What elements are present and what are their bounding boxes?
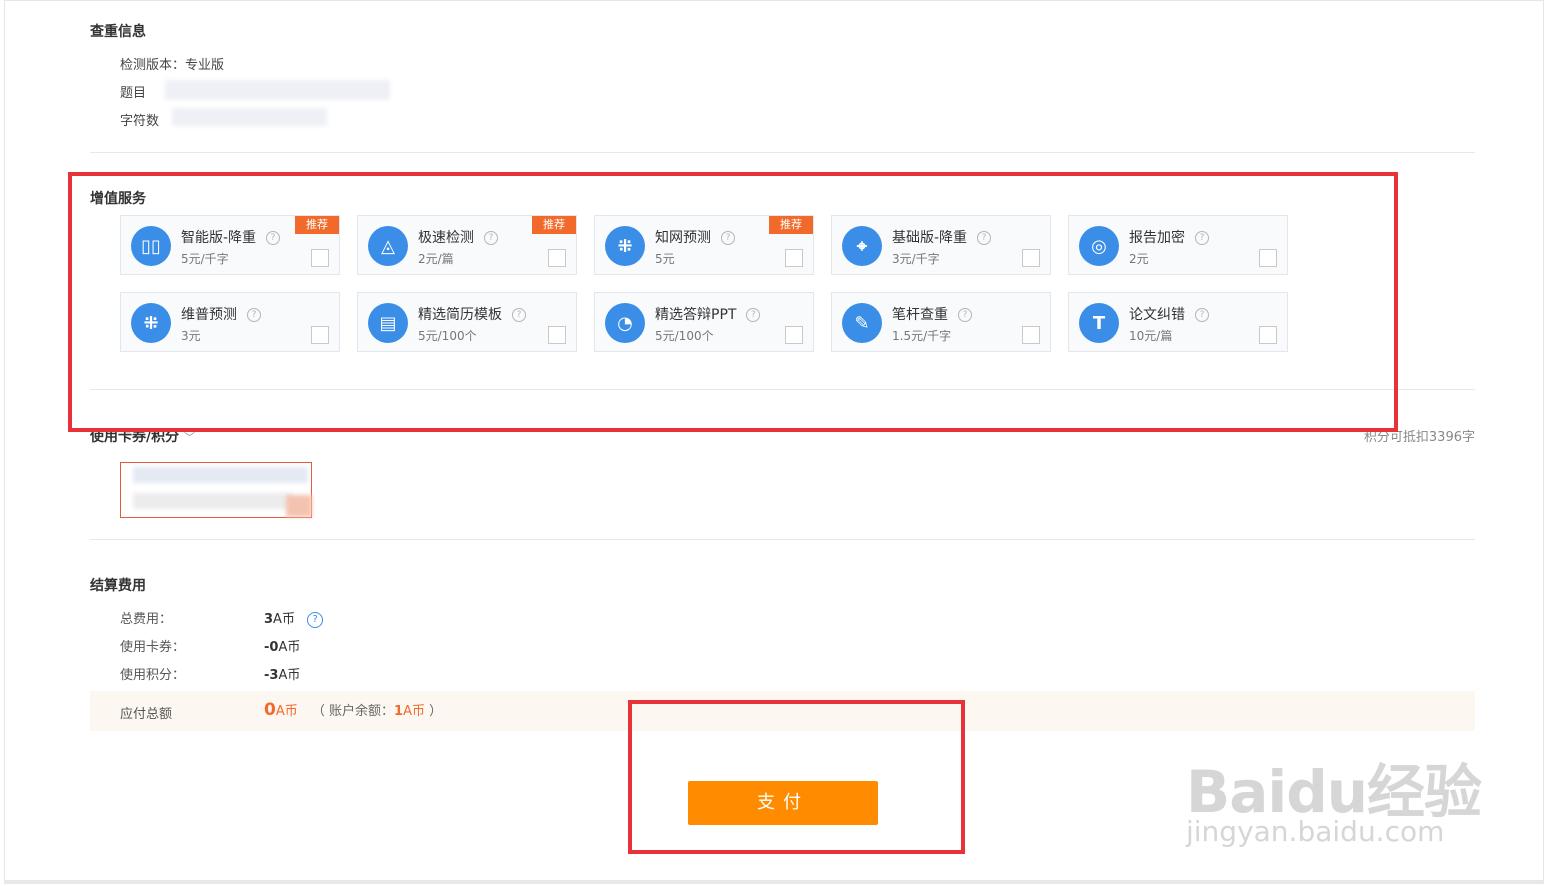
char-count-label: 字符数 <box>120 114 160 129</box>
coupon-fee-value: -0A币 <box>264 636 300 655</box>
balance-amount: 1 <box>394 704 404 719</box>
help-icon[interactable]: ? <box>307 611 324 628</box>
divider <box>90 539 1475 540</box>
redacted-char-count <box>172 108 327 126</box>
redacted-coupon-detail <box>133 493 293 509</box>
balance-prefix: （ 账户余额： <box>311 704 395 719</box>
currency-unit: A币 <box>273 612 295 627</box>
balance-suffix: ） <box>424 704 443 719</box>
chevron-down-icon: ﹀ <box>184 431 195 444</box>
points-fee-amount: -3 <box>264 668 279 683</box>
highlight-frame-pay <box>628 700 965 854</box>
points-fee-label: 使用积分： <box>120 668 186 683</box>
redacted-coupon-corner <box>286 495 312 517</box>
coupon-fee-label: 使用卡券： <box>120 640 186 655</box>
coupon-card[interactable] <box>120 462 312 518</box>
total-fee-value: 3A币 ? <box>264 608 324 628</box>
coupon-fee-amount: -0 <box>264 640 279 655</box>
version-info: 检测版本：专业版 <box>120 58 225 73</box>
redacted-topic <box>165 80 390 100</box>
divider <box>90 152 1475 153</box>
watermark-url: jingyan.baidu.com <box>1186 815 1445 848</box>
highlight-frame-services <box>68 172 1398 432</box>
currency-unit: A币 <box>403 704 425 719</box>
redacted-coupon-name <box>133 467 308 483</box>
total-fee-amount: 3 <box>264 612 274 627</box>
currency-unit: A币 <box>278 640 301 655</box>
topic-label: 题目 <box>120 86 147 101</box>
payable-amount: 0 <box>264 700 276 720</box>
points-fee-value: -3A币 <box>264 664 300 683</box>
payable-value: 0A币 （ 账户余额：1A币 ） <box>264 700 442 720</box>
total-fee-label: 总费用： <box>120 612 173 627</box>
currency-unit: A币 <box>278 668 301 683</box>
settlement-title: 结算费用 <box>90 578 146 594</box>
payable-label: 应付总额 <box>120 707 173 722</box>
check-info-title: 查重信息 <box>90 24 146 40</box>
currency-unit: A币 <box>275 704 298 719</box>
